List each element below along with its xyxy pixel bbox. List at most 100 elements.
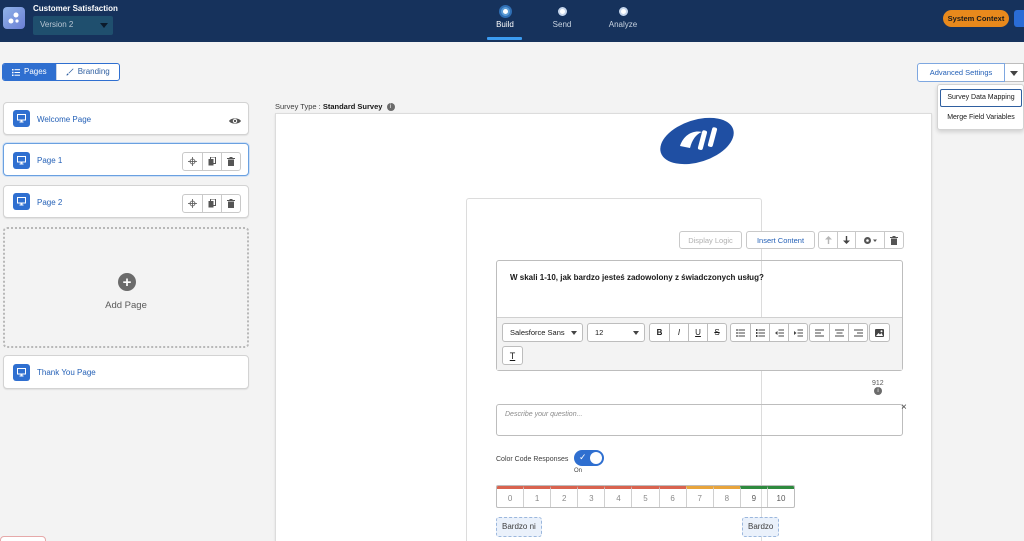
add-page-button[interactable]: + Add Page [3, 227, 249, 348]
step-analyze[interactable]: Analyze [598, 4, 648, 29]
scale-option[interactable]: 4 [604, 486, 632, 507]
crosshair-icon[interactable] [183, 195, 202, 212]
scale-option[interactable]: 2 [550, 486, 578, 507]
progress-steps: Build Send Analyze [480, 4, 660, 40]
info-icon[interactable]: i [386, 103, 395, 112]
system-context-badge[interactable]: System Context [943, 10, 1009, 27]
italic-icon[interactable]: I [669, 324, 688, 341]
tab-pages[interactable]: Pages [3, 64, 56, 80]
indent-icon[interactable] [788, 324, 807, 341]
description-input[interactable]: Describe your question... [496, 404, 903, 436]
scale-option[interactable]: 3 [577, 486, 605, 507]
menu-item-survey-data-mapping[interactable]: Survey Data Mapping [940, 89, 1022, 107]
insert-content-button[interactable]: Insert Content [746, 231, 815, 249]
image-icon[interactable] [870, 324, 889, 341]
plus-circle-icon: + [118, 273, 136, 291]
align-left-icon[interactable] [810, 324, 829, 341]
low-anchor-label[interactable]: Bardzo ni [496, 517, 542, 537]
question-card: Display Logic Insert Content W skali 1-1… [466, 198, 907, 541]
survey-canvas: Display Logic Insert Content W skali 1-1… [275, 113, 932, 541]
high-anchor-label[interactable]: Bardzo za [742, 517, 780, 541]
alignment-group [809, 323, 868, 342]
step-label: Build [496, 20, 514, 29]
scale-option[interactable]: 9 [739, 486, 767, 507]
trash-icon[interactable] [884, 232, 903, 248]
step-dot-icon [557, 7, 567, 16]
font-family-select[interactable]: Salesforce Sans [502, 323, 583, 342]
company-logo [660, 117, 734, 165]
add-page-label: Add Page [105, 300, 147, 311]
monitor-icon [13, 152, 30, 169]
left-panel-tabs: Pages Branding [2, 63, 120, 81]
crosshair-icon[interactable] [183, 153, 202, 170]
color-code-toggle[interactable]: ✓ [574, 450, 604, 466]
page-label: Thank You Page [37, 368, 96, 377]
image-group [869, 323, 890, 342]
display-logic-button[interactable]: Display Logic [679, 231, 742, 249]
trash-icon[interactable] [221, 195, 240, 212]
clear-format-group: T [502, 346, 523, 365]
page-card-welcome[interactable]: Welcome Page [3, 102, 249, 135]
page-card-page-2[interactable]: Page 2 [3, 185, 249, 218]
tab-branding[interactable]: Branding [55, 64, 119, 80]
align-center-icon[interactable] [829, 324, 848, 341]
question-editor[interactable]: W skali 1-10, jak bardzo jesteś zadowolo… [496, 260, 903, 371]
chevron-down-icon [100, 23, 108, 28]
scale-option[interactable]: 8 [712, 486, 740, 507]
trash-icon[interactable] [221, 153, 240, 170]
copy-icon[interactable] [202, 195, 221, 212]
chevron-down-icon [633, 331, 639, 335]
scale-option[interactable]: 5 [631, 486, 659, 507]
outdent-icon[interactable] [769, 324, 788, 341]
advanced-settings-button[interactable]: Advanced Settings [917, 63, 1005, 82]
copy-icon[interactable] [202, 153, 221, 170]
page-label: Page 1 [37, 156, 63, 165]
rating-scale: 0 1 2 3 4 5 6 7 8 9 10 [496, 485, 795, 508]
underline-icon[interactable]: U [688, 324, 707, 341]
scale-option[interactable]: 0 [497, 486, 524, 507]
align-right-icon[interactable] [848, 324, 867, 341]
active-step-indicator [487, 37, 522, 40]
version-value: Version 2 [40, 20, 74, 29]
survey-type-value: Standard Survey [322, 102, 383, 111]
font-size-select[interactable]: 12 [587, 323, 645, 342]
page-tools [182, 152, 241, 171]
monitor-icon [13, 364, 30, 381]
toggle-state-label: On [574, 468, 583, 474]
numbered-list-icon[interactable] [750, 324, 769, 341]
step-build[interactable]: Build [480, 4, 530, 29]
bullet-list-icon[interactable] [731, 324, 750, 341]
chevron-down-icon [571, 331, 577, 335]
tab-pages-label: Pages [24, 67, 47, 76]
eye-icon[interactable] [228, 113, 242, 131]
bottom-tab[interactable] [0, 536, 46, 541]
clear-formatting-icon[interactable]: T [503, 347, 522, 364]
arrow-down-icon[interactable] [837, 232, 855, 248]
scale-option[interactable]: 1 [523, 486, 551, 507]
advanced-settings-menu: Survey Data Mapping Merge Field Variable… [937, 84, 1024, 130]
scale-option[interactable]: 10 [766, 486, 794, 507]
info-icon[interactable]: i [874, 387, 882, 395]
brush-icon [66, 68, 74, 76]
advanced-settings-dropdown[interactable] [1005, 63, 1024, 82]
character-count: 912 i [872, 380, 884, 395]
menu-item-merge-field-variables[interactable]: Merge Field Variables [940, 110, 1022, 128]
arrow-up-icon[interactable] [819, 232, 837, 248]
page-card-page-1[interactable]: Page 1 [3, 143, 249, 176]
strikethrough-icon[interactable]: S [707, 324, 726, 341]
page-card-thank-you[interactable]: Thank You Page [3, 355, 249, 389]
bold-icon[interactable]: B [650, 324, 669, 341]
question-text[interactable]: W skali 1-10, jak bardzo jesteś zadowolo… [510, 273, 764, 282]
page-label: Welcome Page [37, 115, 92, 124]
step-label: Analyze [608, 20, 638, 29]
text-style-group: B I U S [649, 323, 727, 342]
gear-icon[interactable] [855, 232, 884, 248]
version-select[interactable]: Version 2 [33, 16, 113, 35]
step-send[interactable]: Send [537, 4, 587, 29]
header-action-button[interactable] [1014, 10, 1024, 27]
close-icon[interactable]: × [901, 402, 907, 413]
rich-text-toolbar: Salesforce Sans 12 B I U S T [497, 317, 902, 370]
scale-option[interactable]: 6 [658, 486, 686, 507]
page-tools [182, 194, 241, 213]
scale-option[interactable]: 7 [685, 486, 713, 507]
